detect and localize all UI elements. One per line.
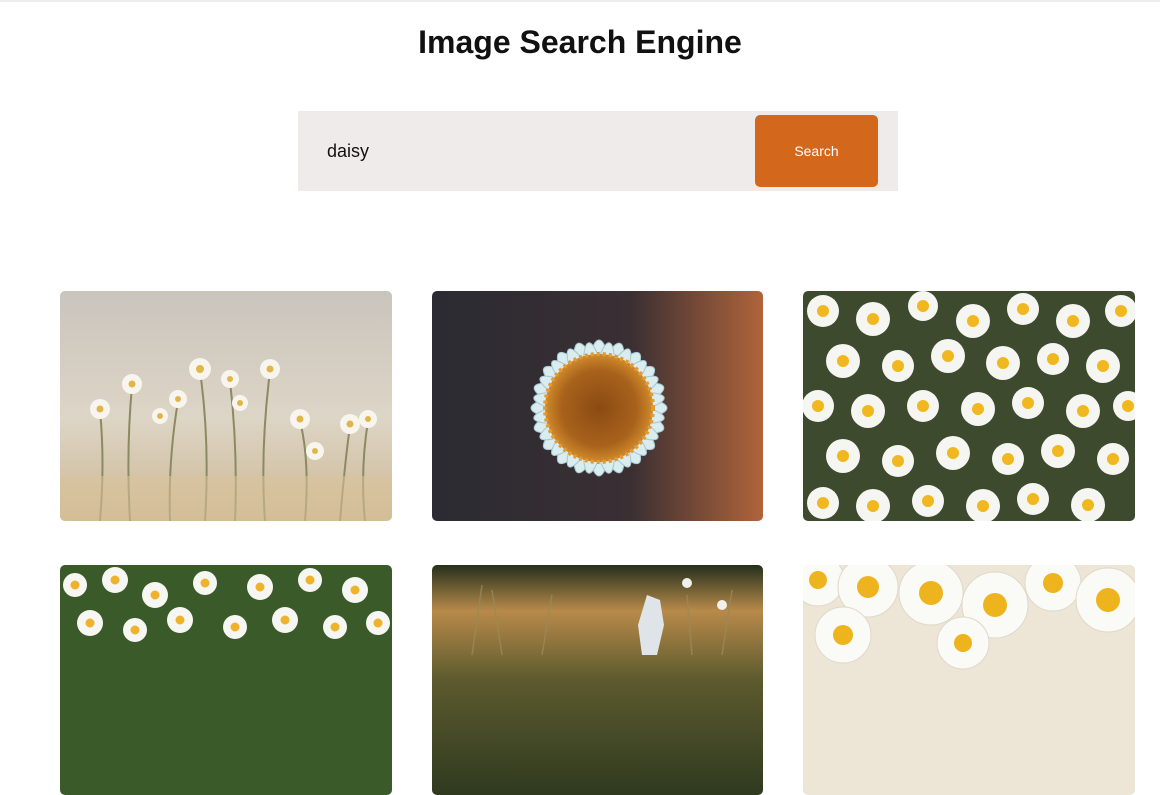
search-input[interactable] xyxy=(298,111,748,191)
daisy-sunset-image xyxy=(432,565,763,795)
result-image-daisy-closeup-blue[interactable] xyxy=(432,291,763,521)
daisy-cluster-image xyxy=(803,565,1135,795)
search-bar: Search xyxy=(298,111,898,191)
daisy-meadow-image xyxy=(60,291,392,521)
result-image-daisy-field-dense[interactable] xyxy=(803,291,1135,521)
daisy-field-green-image xyxy=(60,565,392,795)
result-image-daisy-field-green[interactable] xyxy=(60,565,392,795)
result-image-daisy-meadow-misty[interactable] xyxy=(60,291,392,521)
result-image-daisy-cluster-cream[interactable] xyxy=(803,565,1135,795)
daisy-field-dense-image xyxy=(803,291,1135,521)
page-title: Image Search Engine xyxy=(418,24,742,60)
daisy-closeup-image xyxy=(432,291,763,521)
top-border xyxy=(0,0,1160,2)
search-button[interactable]: Search xyxy=(755,115,878,187)
result-image-daisy-sunset-grass[interactable] xyxy=(432,565,763,795)
